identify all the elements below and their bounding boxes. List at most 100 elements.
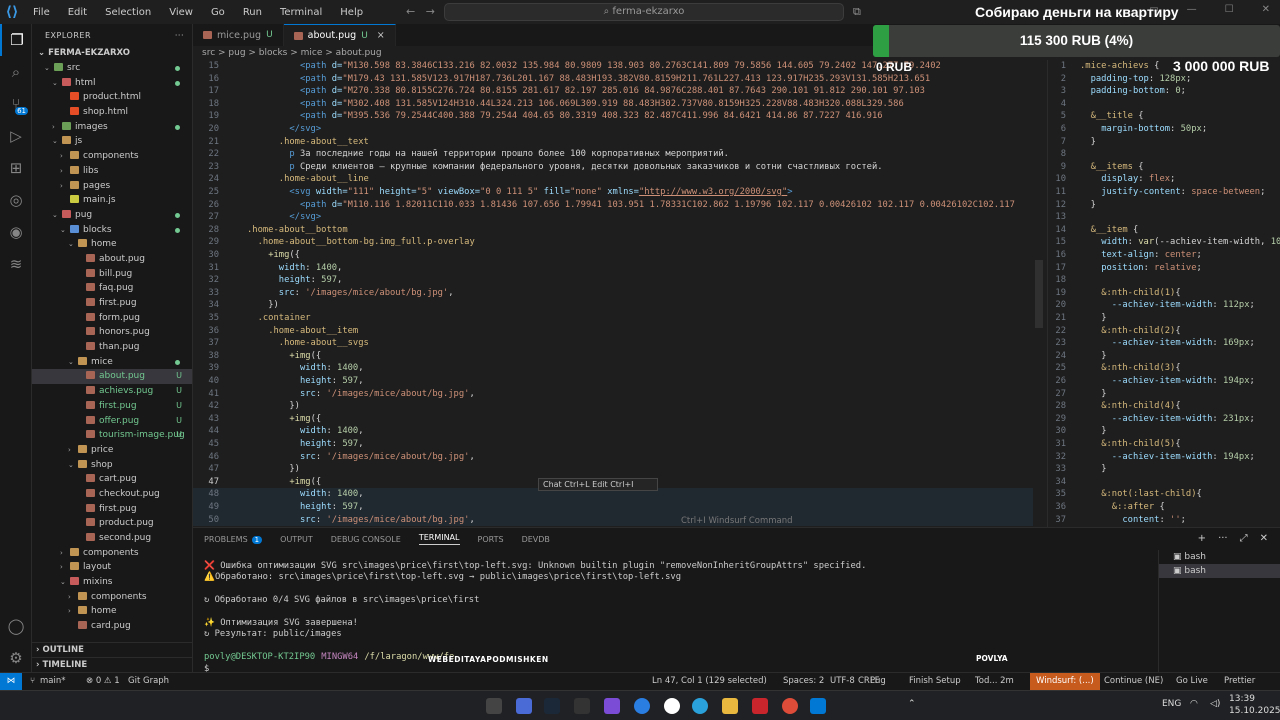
nav-arrows[interactable]: ← → bbox=[406, 5, 435, 18]
code-line[interactable]: 22 p За последние годы на нашей территор… bbox=[193, 148, 1033, 161]
code-line[interactable]: 15 width: var(--achiev-item-width, 100%)… bbox=[1048, 236, 1280, 249]
code-line[interactable]: 9 &__items { bbox=[1048, 161, 1280, 174]
indentation-status[interactable]: Spaces: 2 bbox=[783, 673, 824, 690]
code-line[interactable]: 2 padding-top: 128px; bbox=[1048, 73, 1280, 86]
code-line[interactable]: 31 &:nth-child(5){ bbox=[1048, 438, 1280, 451]
maximize-panel-icon[interactable]: ⤢ bbox=[1240, 533, 1248, 544]
clock-time[interactable]: 13:39 bbox=[1229, 694, 1255, 704]
search-icon[interactable]: ⌕ bbox=[0, 56, 32, 88]
tree-item[interactable]: › pages bbox=[32, 179, 192, 194]
panel-tab[interactable]: TERMINAL bbox=[418, 533, 460, 545]
terminal-output[interactable]: ❌ Ошибка оптимизации SVG src\images\pric… bbox=[204, 560, 1154, 674]
tray-chevron-icon[interactable]: ⌃ bbox=[908, 699, 916, 709]
code-line[interactable]: 37 .home-about__svgs bbox=[193, 337, 1033, 350]
code-line[interactable]: 27 </svg> bbox=[193, 211, 1033, 224]
tree-item[interactable]: about.pug bbox=[32, 252, 192, 267]
menu-item[interactable]: View bbox=[160, 7, 202, 18]
branch-status[interactable]: main* bbox=[40, 673, 66, 690]
code-line[interactable]: 14 &__item { bbox=[1048, 224, 1280, 237]
code-line[interactable]: 21 } bbox=[1048, 312, 1280, 325]
tree-item[interactable]: ⌄ src bbox=[32, 61, 192, 76]
panel-tab[interactable]: PROBLEMS 1 bbox=[204, 535, 263, 544]
code-line[interactable]: 24 .home-about__line bbox=[193, 173, 1033, 186]
close-icon[interactable]: ✕ bbox=[1262, 4, 1270, 15]
new-terminal-icon[interactable]: + bbox=[1198, 533, 1206, 544]
code-line[interactable]: 42 }) bbox=[193, 400, 1033, 413]
code-line[interactable]: 5 &__title { bbox=[1048, 110, 1280, 123]
panel-tab[interactable]: DEVDB bbox=[522, 535, 550, 544]
account-icon[interactable]: ◯ bbox=[0, 610, 32, 642]
edge-icon[interactable] bbox=[634, 698, 650, 714]
panel-tab[interactable]: OUTPUT bbox=[280, 535, 313, 544]
tree-item[interactable]: achievs.pug U bbox=[32, 384, 192, 399]
code-line[interactable]: 17 position: relative; bbox=[1048, 262, 1280, 275]
menu-item[interactable]: Terminal bbox=[271, 7, 331, 18]
menu-item[interactable]: File bbox=[24, 7, 59, 18]
tree-item[interactable]: first.pug bbox=[32, 502, 192, 517]
code-line[interactable]: 43 +img({ bbox=[193, 413, 1033, 426]
menu-item[interactable]: Help bbox=[331, 7, 372, 18]
tree-item[interactable]: › components bbox=[32, 590, 192, 605]
volume-icon[interactable]: ◁) bbox=[1210, 699, 1220, 709]
taskbar-app-icon[interactable] bbox=[516, 698, 532, 714]
code-line[interactable]: 38 +img({ bbox=[193, 350, 1033, 363]
tree-item[interactable]: ⌄ mice bbox=[32, 355, 192, 370]
tree-item[interactable]: main.js bbox=[32, 193, 192, 208]
taskbar-search-icon[interactable] bbox=[486, 698, 502, 714]
vscode-icon[interactable] bbox=[810, 698, 826, 714]
file-explorer-icon[interactable] bbox=[722, 698, 738, 714]
settings-icon[interactable]: ⚙ bbox=[0, 642, 32, 674]
editor-tab[interactable]: about.pug U × bbox=[283, 24, 396, 46]
code-line[interactable]: 49 height: 597, bbox=[193, 501, 1033, 514]
code-line[interactable]: 16 text-align: center; bbox=[1048, 249, 1280, 262]
code-line[interactable]: 35 &:not(:last-child){ bbox=[1048, 488, 1280, 501]
code-line[interactable]: 40 height: 597, bbox=[193, 375, 1033, 388]
code-line[interactable]: 29 .home-about__bottom-bg.img_full.p-ove… bbox=[193, 236, 1033, 249]
cursor-position[interactable]: Ln 47, Col 1 (129 selected) bbox=[652, 673, 767, 690]
run-debug-icon[interactable]: ▷ bbox=[0, 120, 32, 152]
code-line[interactable]: 39 width: 1400, bbox=[193, 362, 1033, 375]
minimap[interactable] bbox=[1033, 60, 1047, 527]
tree-item[interactable]: › libs bbox=[32, 164, 192, 179]
tree-item[interactable]: honors.pug bbox=[32, 325, 192, 340]
tree-item[interactable]: offer.pug U bbox=[32, 414, 192, 429]
yandex-icon[interactable] bbox=[664, 698, 680, 714]
copilot-icon[interactable]: ◉ bbox=[0, 216, 32, 248]
code-line[interactable]: 45 height: 597, bbox=[193, 438, 1033, 451]
code-line[interactable]: 34 }) bbox=[193, 299, 1033, 312]
tree-item[interactable]: ⌄ home bbox=[32, 237, 192, 252]
menu-item[interactable]: Edit bbox=[59, 7, 96, 18]
code-line[interactable]: 33 src: '/images/mice/about/bg.jpg', bbox=[193, 287, 1033, 300]
minimize-icon[interactable]: — bbox=[1187, 4, 1197, 15]
code-line[interactable]: 31 width: 1400, bbox=[193, 262, 1033, 275]
code-line[interactable]: 26 <path d="M110.116 1.82011C110.033 1.8… bbox=[193, 199, 1033, 212]
taskbar-app-icon[interactable] bbox=[604, 698, 620, 714]
tree-item[interactable]: tourism-image.pug U bbox=[32, 428, 192, 443]
code-line[interactable]: 32 --achiev-item-width: 194px; bbox=[1048, 451, 1280, 464]
terminal-prompt[interactable]: povly@DESKTOP-KT2IP90 MINGW64/f/laragon/w… bbox=[204, 651, 454, 663]
code-line[interactable]: 44 width: 1400, bbox=[193, 425, 1033, 438]
remote-icon[interactable]: ◎ bbox=[0, 184, 32, 216]
keyboard-language[interactable]: ENG bbox=[1162, 699, 1181, 709]
code-line[interactable]: 37 content: ''; bbox=[1048, 514, 1280, 527]
tree-item[interactable]: first.pug bbox=[32, 296, 192, 311]
windsurf-status[interactable]: Windsurf: (...) bbox=[1030, 673, 1100, 690]
continue-status[interactable]: Continue (NE) bbox=[1104, 673, 1163, 690]
code-line[interactable]: 26 --achiev-item-width: 194px; bbox=[1048, 375, 1280, 388]
code-editor[interactable]: 15 <path d="M130.598 83.3846C133.216 82.… bbox=[193, 60, 1033, 527]
code-line[interactable]: 3 padding-bottom: 0; bbox=[1048, 85, 1280, 98]
code-line[interactable]: 22 &:nth-child(2){ bbox=[1048, 325, 1280, 338]
code-line[interactable]: 12 } bbox=[1048, 199, 1280, 212]
prettier-status[interactable]: Prettier bbox=[1224, 673, 1255, 690]
tree-item[interactable]: ⌄ pug bbox=[32, 208, 192, 223]
tree-item[interactable]: › components bbox=[32, 546, 192, 561]
menu-item[interactable]: Selection bbox=[96, 7, 160, 18]
code-line[interactable]: 16 <path d="M179.43 131.585V123.917H187.… bbox=[193, 73, 1033, 86]
code-line[interactable]: 46 src: '/images/mice/about/bg.jpg', bbox=[193, 451, 1033, 464]
tree-item[interactable]: bill.pug bbox=[32, 267, 192, 282]
more-icon[interactable]: ··· bbox=[1218, 533, 1228, 544]
source-control-icon[interactable]: ⑂ 61 bbox=[0, 88, 32, 120]
code-line[interactable]: 7 } bbox=[1048, 136, 1280, 149]
code-line[interactable]: 47 }) bbox=[193, 463, 1033, 476]
code-line[interactable]: 32 height: 597, bbox=[193, 274, 1033, 287]
